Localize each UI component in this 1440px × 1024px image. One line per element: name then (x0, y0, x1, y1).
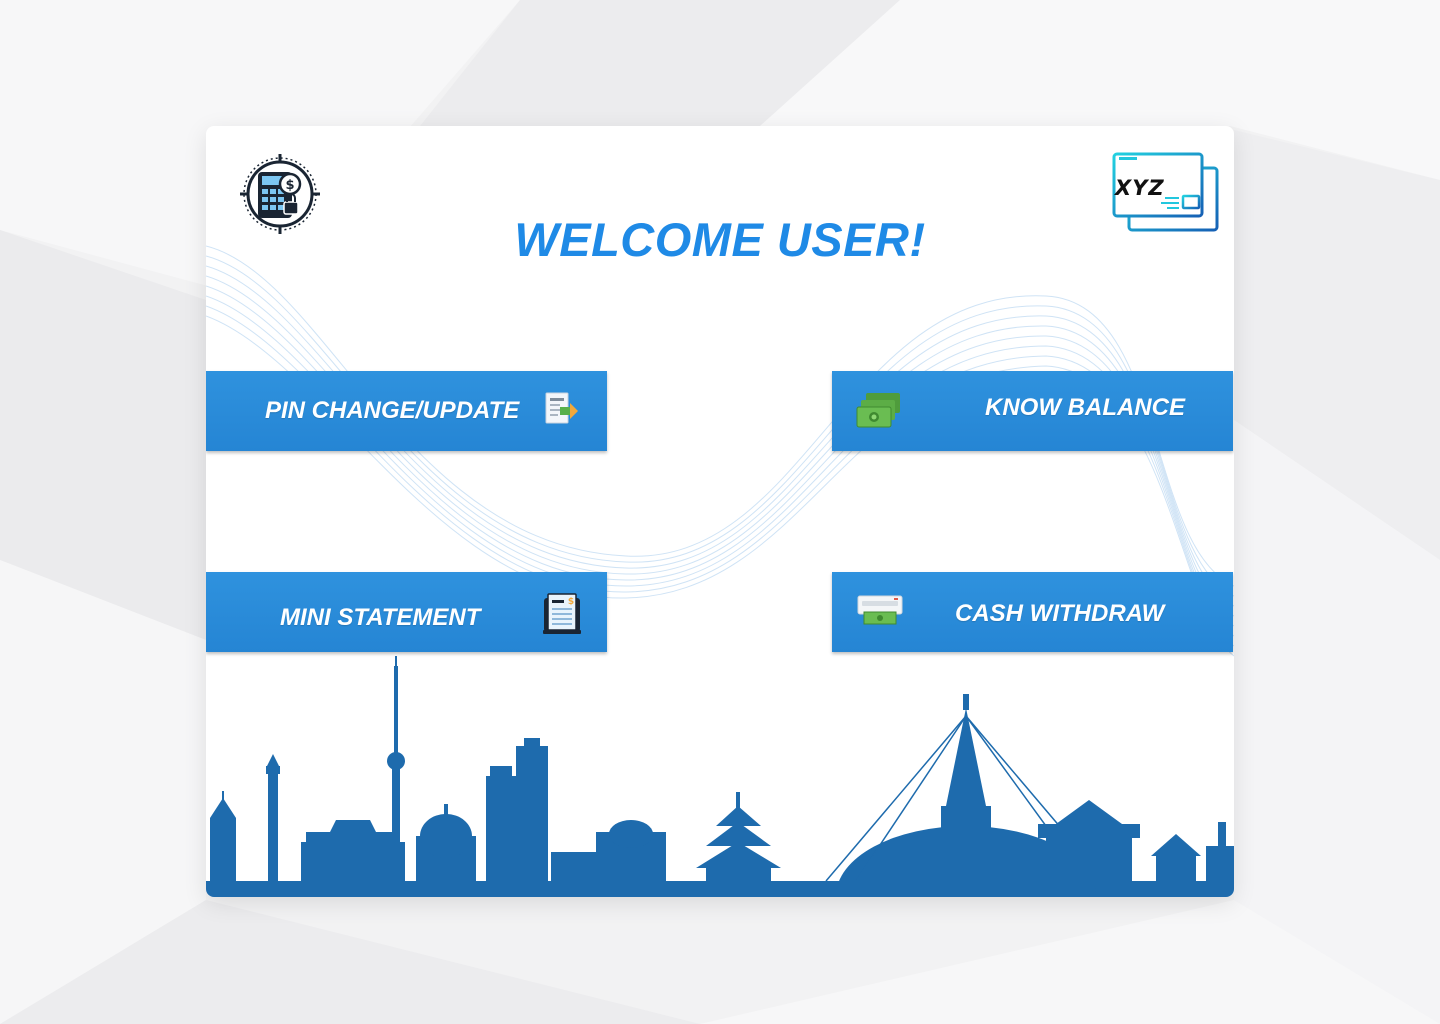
statement-receipt-icon: $ (543, 593, 581, 634)
cash-withdraw-button[interactable]: CASH WITHDRAW (832, 572, 1233, 652)
cash-stack-icon (856, 393, 900, 428)
atm-welcome-panel: $ XYZ WELCOME USER! PIN CHANGE/UPDATE KN… (206, 126, 1234, 897)
city-skyline-illustration (206, 656, 1234, 897)
cash-withdraw-label: CASH WITHDRAW (955, 600, 1165, 627)
pin-change-button[interactable]: PIN CHANGE/UPDATE (206, 371, 607, 451)
pin-change-label: PIN CHANGE/UPDATE (265, 397, 520, 424)
mini-statement-button[interactable]: MINI STATEMENT $ (206, 572, 607, 652)
svg-text:$: $ (285, 178, 294, 193)
know-balance-button[interactable]: KNOW BALANCE (832, 371, 1233, 451)
pin-document-icon (545, 392, 578, 424)
know-balance-label: KNOW BALANCE (985, 394, 1185, 421)
mini-statement-label: MINI STATEMENT (280, 604, 481, 631)
xyz-label: XYZ (1115, 176, 1165, 200)
page-title: WELCOME USER! (514, 213, 926, 266)
svg-text:$: $ (568, 597, 574, 607)
cash-dispense-icon (857, 595, 903, 625)
